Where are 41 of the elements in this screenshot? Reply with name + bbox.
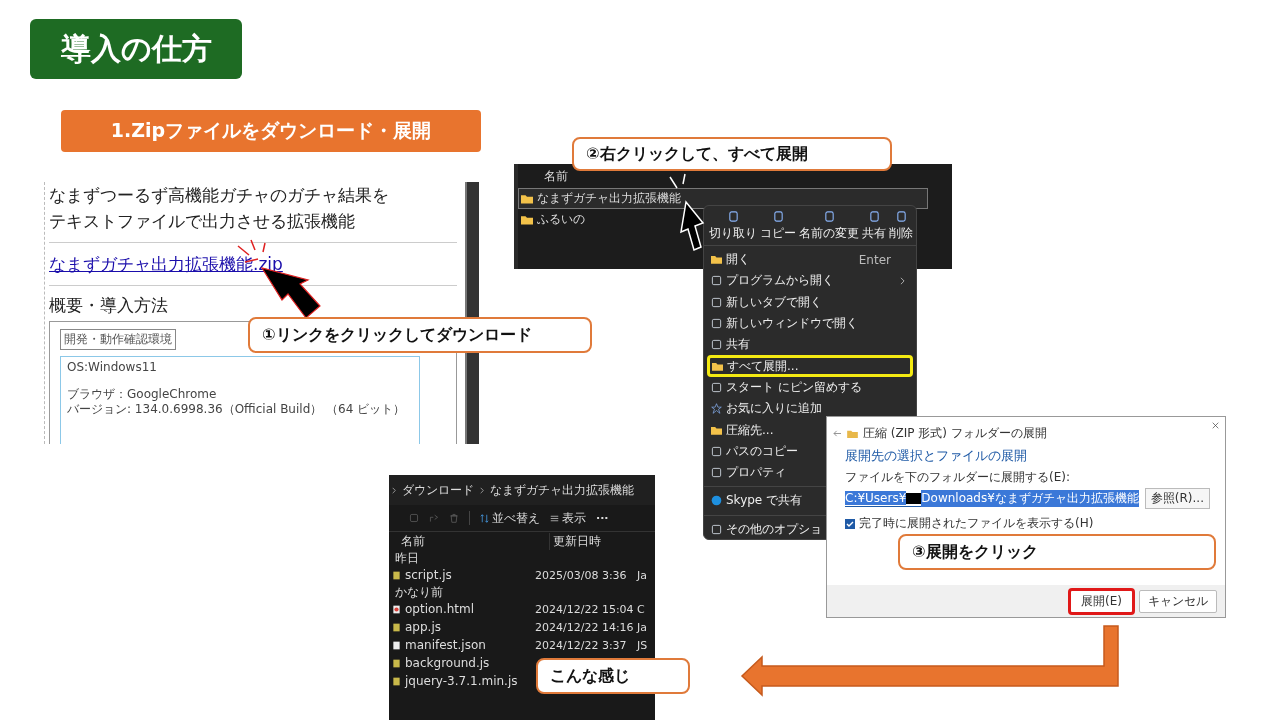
file-type: Ja [637,568,647,582]
callout-label: こんな感じ [536,658,690,694]
menu-item-label: スタート にピン留めする [726,378,862,396]
field-label: ファイルを下のフォルダーに展開する(E): [844,469,1070,486]
file-name: なまずガチャ出力拡張機能 [537,190,681,207]
menu-item-label: パスのコピー [726,442,798,460]
section-heading: 概要・導入方法 [49,294,169,317]
menu-item-label: Skype で共有 [726,492,803,510]
environment-text: ブラウザ：GoogleChrome [67,387,217,402]
page-heading: なまずつーるず高機能ガチャのガチャ結果を [49,184,390,207]
file-type: JS [637,638,648,652]
callout-label: ①リンクをクリックしてダウンロード [248,317,592,353]
menu-item-label: 共有 [726,336,750,354]
page-heading: テキストファイルで出力させる拡張機能 [49,210,356,233]
environment-label: 開発・動作確認環境 [60,329,176,350]
modified-date: 2024/12/22 3:37 [535,638,628,652]
modified-date: 2024/12/22 15:04 [535,602,635,616]
shortcut-text: Enter [858,252,891,267]
menu-item-label: その他のオプショ [726,520,822,538]
file-type: Ja [637,620,647,634]
environment-text: バージョン: 134.0.6998.36（Official Build） （64 ビット） [67,402,406,417]
callout-label: ②右クリックして、すべて展開 [572,137,892,171]
menu-item-label: 新しいウィンドウで開く [726,315,858,333]
checkbox-label: 完了時に展開されたファイルを表示する(H) [859,515,1094,532]
menu-item-label: すべて展開... [727,357,799,375]
menu-item-label: 圧縮先... [726,421,774,439]
file-name: ふるいの [537,211,585,228]
menu-item-label: プロパティ [726,464,786,482]
file-type: C [637,602,645,616]
dialog-heading: 展開先の選択とファイルの展開 [844,447,1027,465]
dialog-title: 圧縮 (ZIP 形式) フォルダーの展開 [863,425,1047,442]
menu-item-label: 開く [726,251,750,269]
menu-item-label: お気に入りに追加 [726,400,822,418]
menu-item-label: プログラムから開く [726,272,834,290]
callout-label: ③展開をクリック [898,534,1216,570]
environment-text: OS:Windows11 [67,360,157,375]
modified-date: 2025/03/08 3:36 [535,568,628,582]
menu-item-label: 新しいタブで開く [726,293,822,311]
slide-title: 導入の仕方 [30,19,242,79]
modified-date: 2024/12/22 14:16 [535,620,635,634]
step-label: 1.Zipファイルをダウンロード・展開 [61,110,481,152]
